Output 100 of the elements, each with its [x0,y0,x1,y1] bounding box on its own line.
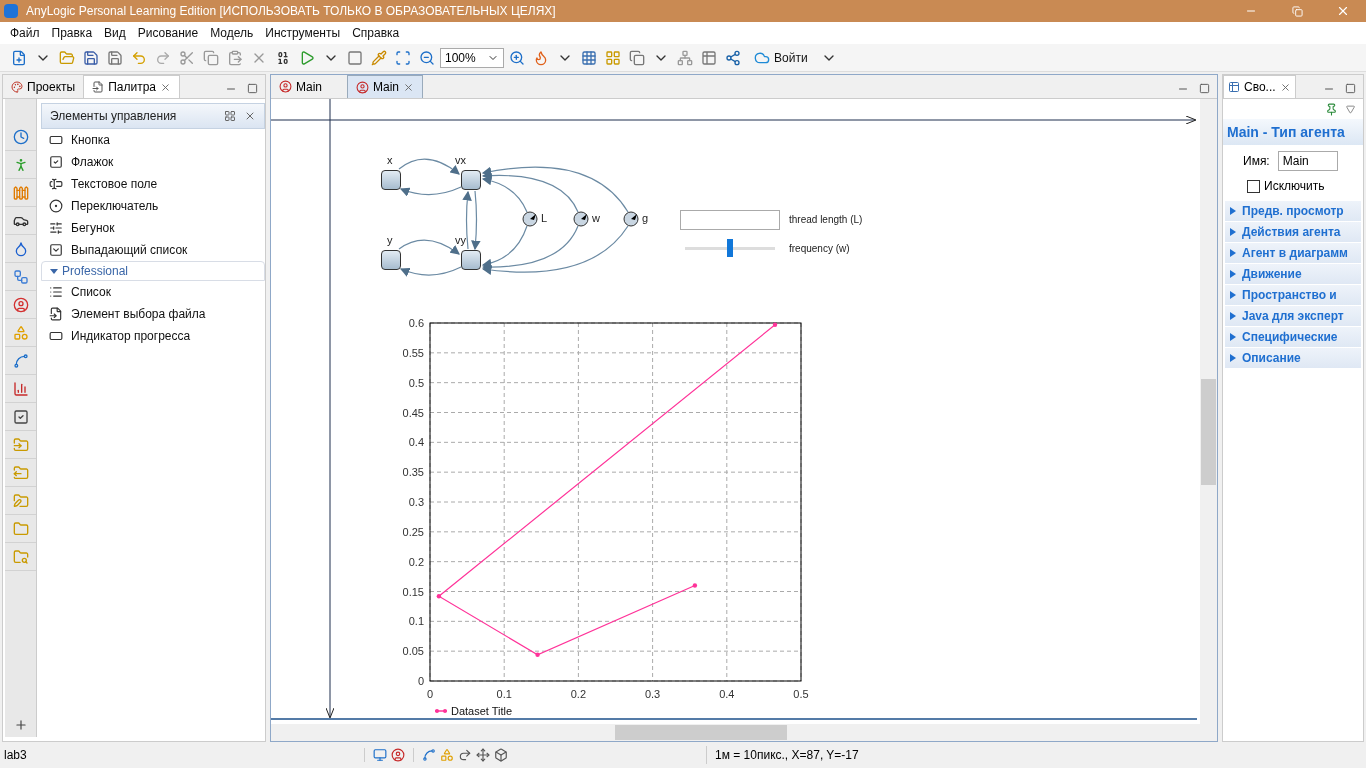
x-tick-label: 0.5 [793,688,809,700]
property-section-header[interactable]: Агент в диаграмм [1225,243,1361,263]
input-field[interactable] [680,210,780,230]
close-icon[interactable] [1336,4,1350,18]
property-section-header[interactable]: Описание [1225,348,1361,368]
palette-item[interactable]: Бегунок [41,217,265,239]
grid-icon[interactable] [224,110,236,122]
property-section-header[interactable]: Java для эксперт [1225,306,1361,326]
palette-item[interactable]: Выпадающий список [41,239,265,261]
workflow-icon [12,268,29,285]
agent-icon [279,80,292,93]
field-label: Имя: [1243,153,1270,170]
vertical-scrollbar[interactable] [1200,99,1217,741]
palette-item[interactable]: Список [41,281,265,303]
palette-item[interactable]: Переключатель [41,195,265,217]
editor-tab[interactable]: Main [271,75,347,98]
stock-label: vx [455,155,466,166]
menu-item[interactable]: Файл [4,24,46,42]
stock-node [461,250,481,270]
close-icon[interactable] [403,81,414,93]
stock-label: x [387,155,393,166]
close-icon[interactable] [244,110,256,122]
stock-label: y [387,235,393,246]
scrollbar-thumb[interactable] [1201,379,1216,485]
file-icon [49,307,63,321]
move-icon[interactable] [476,748,490,762]
panel-tab[interactable]: Палитра [83,75,180,98]
window-title: AnyLogic Personal Learning Edition [ИСПОЛЬЗОВАТЬ ТОЛЬКО В ОБРАЗОВАТЕЛЬНЫХ ЦЕЛЯХ] [26,3,556,20]
property-section-header[interactable]: Пространство и [1225,285,1361,305]
checkbox-icon[interactable] [1247,179,1260,193]
y-tick-label: 0.05 [402,645,424,658]
panel-tab[interactable]: Проекты [3,75,84,98]
x-tick-label: 0.2 [570,688,587,700]
stock-node [381,170,401,190]
horizontal-scrollbar[interactable] [271,724,1200,741]
login-button[interactable]: Войти [746,46,816,69]
property-section-header[interactable]: Движение [1225,264,1361,284]
button-icon [49,133,63,147]
agent-icon[interactable] [391,748,405,762]
menu-item[interactable]: Модель [204,24,260,42]
folder-search-icon [12,548,29,565]
checkbox-icon [12,408,29,425]
radio-icon [49,199,63,213]
palette-item[interactable]: Кнопка [41,129,265,151]
property-section-header[interactable]: Предв. просмотр [1225,201,1361,221]
palette-section-header[interactable]: Professional [41,261,265,281]
y-tick-label: 0.5 [408,376,424,389]
view-menu-icon[interactable] [1346,104,1355,114]
slider-track[interactable] [685,239,775,257]
menu-item[interactable]: Вид [98,24,132,42]
menu-item[interactable]: Инструменты [259,24,347,42]
property-section-header[interactable]: Действия агента [1225,222,1361,242]
zoom-dropdown[interactable]: 100% [440,47,504,68]
name-field[interactable]: Main [1277,151,1338,171]
y-tick-label: 0.45 [402,406,424,419]
maximize-icon[interactable] [1199,83,1210,94]
x-tick-label: 0 [426,688,434,700]
palette-item[interactable]: Индикатор прогресса [41,325,265,347]
y-tick-label: 0.55 [402,346,424,359]
menu-item[interactable]: Рисование [131,24,205,42]
stock-label: vy [455,235,466,246]
panel-tab[interactable]: Сво... [1223,75,1296,98]
scrollbar-thumb[interactable] [615,725,787,740]
close-icon[interactable] [160,81,171,93]
maximize-icon[interactable] [1345,83,1356,94]
monitor-icon[interactable] [373,748,387,762]
box-icon[interactable] [494,748,508,762]
legend-label: Dataset Title [451,705,513,717]
y-tick-label: 0.2 [408,555,424,568]
stock-node [461,170,481,190]
legend-marker-icon [434,709,448,713]
app-logo-icon [4,4,18,18]
plus-icon[interactable] [13,718,28,732]
x-tick-label: 0.3 [644,688,661,700]
property-section-header[interactable]: Специфические [1225,327,1361,347]
close-icon[interactable] [1279,81,1291,93]
palette-item[interactable]: Флажок [41,151,265,173]
y-tick-label: 0.6 [408,317,424,329]
x-tick-label: 0.4 [719,688,735,700]
shapes-icon [12,324,29,341]
menu-item[interactable]: Правка [45,24,99,42]
restore-icon[interactable] [1291,5,1303,17]
editor-tab[interactable]: Main [347,75,423,98]
data-point [772,322,778,327]
maximize-icon[interactable] [247,83,258,94]
y-tick-label: 0 [417,675,424,687]
pin-icon[interactable] [1325,102,1338,116]
menu-item[interactable]: Справка [346,24,406,42]
parameter-icon [573,211,589,227]
person-circle-icon [12,296,29,313]
spline-icon [12,352,29,369]
exclude-checkbox[interactable]: Исключить [1223,177,1363,195]
folder-icon [12,520,29,537]
list-icon [49,285,63,299]
spline-icon[interactable] [422,748,436,762]
palette-item[interactable]: Текстовое поле [41,173,265,195]
palette-item[interactable]: Элемент выбора файла [41,303,265,325]
parameter-icon [623,211,639,227]
slider-thumb[interactable] [727,239,733,257]
y-tick-label: 0.3 [408,496,424,508]
